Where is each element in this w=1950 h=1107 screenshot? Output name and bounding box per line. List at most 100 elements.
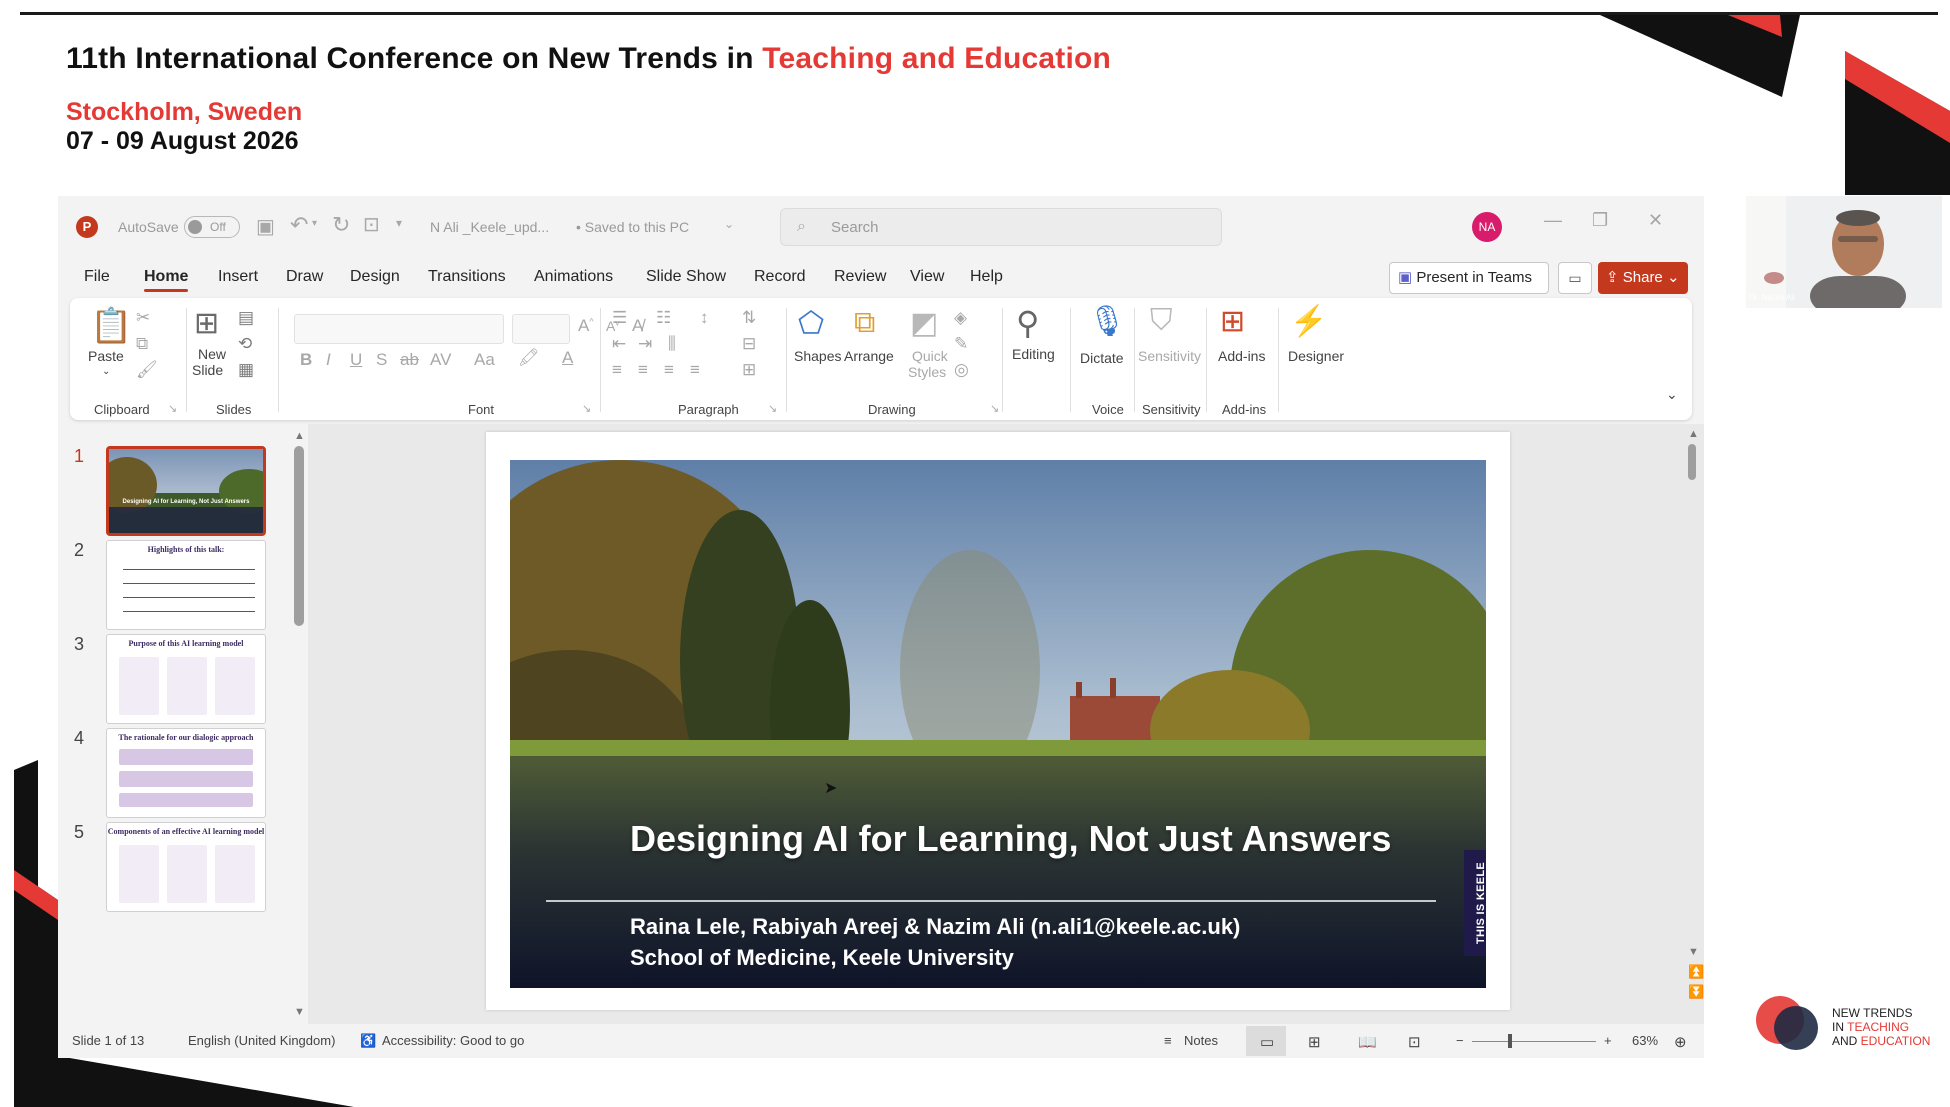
paragraph-launcher-icon[interactable]: ↘ xyxy=(768,402,777,415)
tab-record[interactable]: Record xyxy=(754,268,806,286)
quick-styles-label-2[interactable]: Styles xyxy=(908,364,946,380)
highlight-icon[interactable]: 🖍 xyxy=(518,348,540,368)
slide-thumbnail-3[interactable]: Purpose of this AI learning model xyxy=(106,634,266,724)
italic-icon[interactable]: I xyxy=(326,350,331,370)
share-button[interactable]: ⇪ Share ⌄ xyxy=(1598,262,1688,294)
zoom-out-icon[interactable]: − xyxy=(1456,1033,1464,1048)
tab-home[interactable]: Home xyxy=(144,268,189,292)
present-from-start-icon[interactable]: ⊡ xyxy=(363,212,380,237)
decrease-indent-icon[interactable]: ⇤ xyxy=(612,334,626,354)
undo-icon[interactable]: ↶ xyxy=(290,212,308,238)
thumbnails-scrollbar[interactable] xyxy=(294,446,304,626)
strikethrough-icon[interactable]: ab xyxy=(400,350,419,370)
columns-icon[interactable]: ⫼ xyxy=(668,334,676,354)
slide-affiliation[interactable]: School of Medicine, Keele University xyxy=(630,945,1014,971)
scroll-down-icon[interactable]: ▼ xyxy=(294,1006,305,1018)
present-in-teams-button[interactable]: ▣ Present in Teams xyxy=(1389,262,1549,294)
slide-scrollbar[interactable] xyxy=(1688,444,1696,480)
restore-icon[interactable]: ❐ xyxy=(1592,210,1608,231)
new-slide-label-1[interactable]: New xyxy=(198,346,226,362)
shapes-button[interactable]: Shapes xyxy=(794,348,841,364)
new-slide-icon[interactable]: ⊞ xyxy=(194,306,219,341)
smartart-icon[interactable]: ⊞ xyxy=(742,360,756,380)
document-filename[interactable]: N Ali _Keele_upd... xyxy=(430,219,549,235)
shape-fill-icon[interactable]: ◈ xyxy=(954,308,967,328)
dictate-button[interactable]: Dictate xyxy=(1080,350,1124,366)
justify-icon[interactable]: ≡ xyxy=(690,360,700,380)
redo-icon[interactable]: ↻ xyxy=(332,212,350,238)
increase-indent-icon[interactable]: ⇥ xyxy=(638,334,652,354)
customize-toolbar-icon[interactable]: ▾ xyxy=(396,216,402,230)
quick-styles-label-1[interactable]: Quick xyxy=(912,348,948,364)
clipboard-launcher-icon[interactable]: ↘ xyxy=(168,402,177,415)
align-right-icon[interactable]: ≡ xyxy=(664,360,674,380)
clear-formatting-icon[interactable]: A̸ xyxy=(632,316,643,336)
drawing-launcher-icon[interactable]: ↘ xyxy=(990,402,999,415)
language-indicator[interactable]: English (United Kingdom) xyxy=(188,1033,335,1048)
tab-view[interactable]: View xyxy=(910,268,944,286)
align-center-icon[interactable]: ≡ xyxy=(638,360,648,380)
paste-icon[interactable]: 📋 xyxy=(90,306,132,346)
slide-authors[interactable]: Raina Lele, Rabiyah Areej & Nazim Ali (n… xyxy=(630,914,1240,940)
shadow-icon[interactable]: S xyxy=(376,350,387,370)
tab-review[interactable]: Review xyxy=(834,268,886,286)
font-name-input[interactable] xyxy=(294,314,504,344)
tab-animations[interactable]: Animations xyxy=(534,268,613,286)
previous-slide-icon[interactable]: ⏫ xyxy=(1688,964,1704,980)
accessibility-status[interactable]: Accessibility: Good to go xyxy=(382,1033,524,1048)
save-status[interactable]: • Saved to this PC xyxy=(576,219,689,235)
copy-icon[interactable]: ⧉ xyxy=(136,334,148,354)
font-launcher-icon[interactable]: ↘ xyxy=(582,402,591,415)
notes-button[interactable]: Notes xyxy=(1184,1033,1218,1048)
quick-styles-icon[interactable]: ◩ xyxy=(910,306,938,341)
slide-thumbnail-1[interactable]: Designing AI for Learning, Not Just Answ… xyxy=(106,446,266,536)
font-color-icon[interactable]: A xyxy=(562,348,573,368)
undo-dropdown-icon[interactable]: ▾ xyxy=(312,218,317,229)
slide-sorter-icon[interactable]: ⊞ xyxy=(1308,1033,1321,1051)
slide-thumbnail-5[interactable]: Components of an effective AI learning m… xyxy=(106,822,266,912)
arrange-button[interactable]: Arrange xyxy=(844,348,894,364)
designer-button[interactable]: Designer xyxy=(1288,348,1344,364)
normal-view-icon[interactable]: ▭ xyxy=(1260,1033,1274,1051)
bold-icon[interactable]: B xyxy=(300,350,312,370)
tab-slide-show[interactable]: Slide Show xyxy=(646,268,726,286)
zoom-in-icon[interactable]: + xyxy=(1604,1033,1612,1048)
shape-outline-icon[interactable]: ✎ xyxy=(954,334,968,354)
scroll-up-icon[interactable]: ▲ xyxy=(294,430,305,442)
change-case-icon[interactable]: Aa xyxy=(474,350,495,370)
sensitivity-icon[interactable]: ⛉ xyxy=(1150,304,1173,338)
microphone-icon[interactable]: 🎙 xyxy=(1088,304,1126,339)
shapes-icon[interactable]: ⬠ xyxy=(798,306,824,341)
collapse-ribbon-icon[interactable]: ⌄ xyxy=(1666,386,1678,403)
reading-view-icon[interactable]: 📖 xyxy=(1358,1033,1377,1051)
autosave-toggle[interactable]: Off xyxy=(184,216,240,238)
addins-icon[interactable]: ⊞ xyxy=(1220,304,1245,339)
notes-icon[interactable]: ≡ xyxy=(1164,1033,1172,1048)
search-box[interactable]: ⌕ Search xyxy=(780,208,1222,246)
section-icon[interactable]: ▦ xyxy=(238,360,254,380)
addins-button[interactable]: Add-ins xyxy=(1218,348,1265,364)
user-avatar[interactable]: NA xyxy=(1472,212,1502,242)
minimize-icon[interactable]: — xyxy=(1544,210,1562,231)
editing-button[interactable]: Editing xyxy=(1012,346,1055,362)
close-icon[interactable]: ✕ xyxy=(1648,210,1663,231)
format-painter-icon[interactable]: 🖌 xyxy=(136,360,158,380)
tab-insert[interactable]: Insert xyxy=(218,268,258,286)
slide-title[interactable]: Designing AI for Learning, Not Just Answ… xyxy=(630,818,1391,860)
bullets-icon[interactable]: ☰ xyxy=(612,308,627,328)
current-slide[interactable]: Designing AI for Learning, Not Just Answ… xyxy=(510,460,1486,988)
new-slide-label-2[interactable]: Slide xyxy=(192,362,223,378)
accessibility-icon[interactable]: ♿ xyxy=(360,1033,376,1049)
tab-transitions[interactable]: Transitions xyxy=(428,268,506,286)
slide-scroll-up-icon[interactable]: ▲ xyxy=(1688,428,1699,440)
text-direction-icon[interactable]: ⇅ xyxy=(742,308,756,328)
zoom-slider-track[interactable] xyxy=(1472,1041,1596,1042)
zoom-slider-thumb[interactable] xyxy=(1508,1034,1512,1048)
line-spacing-icon[interactable]: ↕ xyxy=(700,308,709,328)
designer-icon[interactable]: ⚡ xyxy=(1290,304,1327,339)
arrange-icon[interactable]: ⧉ xyxy=(854,306,875,340)
sensitivity-button[interactable]: Sensitivity xyxy=(1138,348,1201,364)
increase-font-icon[interactable]: A^ xyxy=(578,316,594,336)
align-text-icon[interactable]: ⊟ xyxy=(742,334,756,354)
tab-draw[interactable]: Draw xyxy=(286,268,323,286)
